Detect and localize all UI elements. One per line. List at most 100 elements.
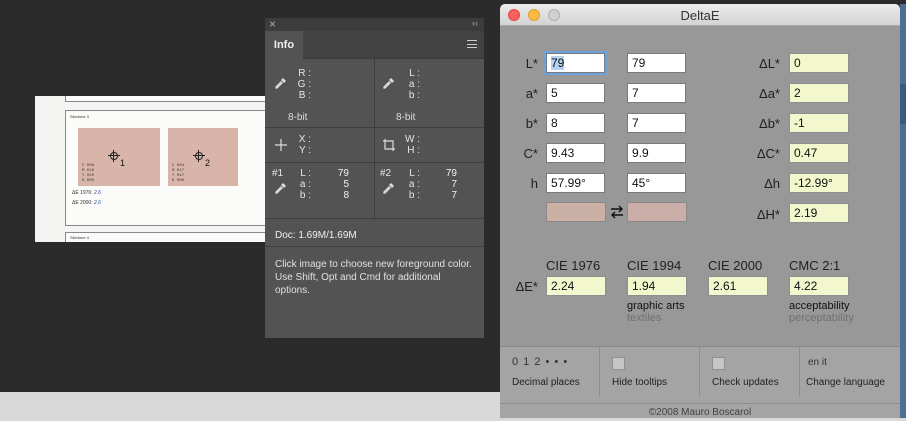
info-hint: Click image to choose new foreground col… <box>275 259 472 296</box>
doc-size: Doc: 1.69M/1.69M <box>275 230 357 241</box>
sample1-b-input[interactable]: 8 <box>546 113 605 133</box>
label-dC: ΔC* <box>756 146 780 161</box>
selection-size-icon <box>383 139 395 151</box>
decimal-places-tool[interactable]: 0 1 2 • • • Decimal places <box>500 347 600 397</box>
label-dH: ΔH* <box>756 207 780 222</box>
eyedropper-icon[interactable] <box>274 181 288 195</box>
language-options[interactable]: en it <box>808 357 827 368</box>
window-title: DeltaE <box>680 8 720 23</box>
sample2-C-input[interactable]: 9.9 <box>627 143 686 163</box>
hide-tooltips-label: Hide tooltips <box>612 377 668 388</box>
label-dh: Δh <box>764 176 780 191</box>
formula-cie2000-heading: CIE 2000 <box>708 258 763 273</box>
tab-info[interactable]: Info <box>265 31 303 59</box>
delta-C-value: 0.47 <box>789 143 849 163</box>
divider <box>265 246 484 247</box>
delta-L-value: 0 <box>789 53 849 73</box>
bit-depth-left: 8-bit <box>288 112 308 123</box>
sheet-title-bottom: Skintone 4 <box>70 235 89 240</box>
sample1-a-input[interactable]: 5 <box>546 83 605 103</box>
crosshair-icon <box>275 139 287 151</box>
color-sampler-2-icon[interactable] <box>193 150 205 162</box>
formula-cie1994-heading: CIE 1994 <box>627 258 682 273</box>
sample1-L-input[interactable]: 79 <box>544 51 607 75</box>
panel-tabbar: Info <box>265 31 484 59</box>
xy-labels: X :Y : <box>298 134 311 156</box>
label-b: b* <box>525 116 538 131</box>
deltae-window: DeltaE L* a* b* C* h 79 5 8 9.43 57.99° … <box>500 4 900 418</box>
sample-2-labels: L :a :b : <box>408 168 420 201</box>
rgb-labels: R :G :B : <box>297 68 311 101</box>
option-acceptability[interactable]: acceptability <box>789 300 850 312</box>
sample1-h-input[interactable]: 57.99° <box>546 173 605 193</box>
option-perceptability[interactable]: perceptability <box>789 312 854 324</box>
swap-icon[interactable] <box>608 203 626 221</box>
label-a: a* <box>525 86 538 101</box>
collapse-icon[interactable]: ‹‹ <box>472 18 478 28</box>
sampler-1-number: 1 <box>120 158 126 168</box>
sample-1-labels: L :a :b : <box>299 168 311 201</box>
sample-1-tag: #1 <box>272 168 284 179</box>
sample2-L-input[interactable]: 79 <box>627 53 686 73</box>
desktop-edge <box>900 4 906 418</box>
color-sampler-1-icon[interactable] <box>108 150 120 162</box>
delta-b-value: -1 <box>789 113 849 133</box>
divider <box>374 163 375 218</box>
sheet-title: Skintone 3 <box>70 114 89 119</box>
document-canvas[interactable]: Skintone 3 C 008 M 016 Y 020 K 000 C 004 M … <box>35 96 265 242</box>
delta-h-value: -12.99° <box>789 173 849 193</box>
handwritten-de1976: ΔE 1976: 2.6 <box>72 190 101 196</box>
lab-labels: L :a :b : <box>408 68 420 101</box>
change-language-label: Change language <box>806 377 885 388</box>
label-db: Δb* <box>759 116 780 131</box>
check-updates-label: Check updates <box>712 377 779 388</box>
sample-2-tag: #2 <box>380 168 392 179</box>
copyright: ©2008 Mauro Boscarol <box>500 403 900 418</box>
label-C: C* <box>523 146 538 161</box>
bit-depth-right: 8-bit <box>396 112 416 123</box>
deltae-toolbar: 0 1 2 • • • Decimal places Hide tooltips… <box>500 346 900 418</box>
eyedropper-icon[interactable] <box>382 181 396 195</box>
label-da: Δa* <box>759 86 780 101</box>
deltaE-1994-value: 1.94 <box>627 276 687 296</box>
label-L: L* <box>525 56 538 71</box>
panel-header: × ‹‹ <box>265 17 484 31</box>
sampler-2-number: 2 <box>205 158 211 168</box>
swatch-2-cmyk: C 004 M 017 Y 017 K 000 <box>172 164 185 183</box>
label-h: h <box>530 176 538 191</box>
check-updates-tool[interactable]: Check updates <box>700 347 800 397</box>
option-graphic-arts[interactable]: graphic arts <box>627 300 684 312</box>
skintone-sheet: Skintone 3 C 008 M 016 Y 020 K 000 C 004 M … <box>65 110 265 226</box>
checkbox-icon[interactable] <box>612 357 625 370</box>
divider <box>374 128 375 162</box>
sample2-a-input[interactable]: 7 <box>627 83 686 103</box>
sample1-color-swatch <box>546 202 606 222</box>
handwritten-de2000: ΔE 2000: 2.6 <box>72 200 101 206</box>
divider <box>265 218 484 219</box>
delta-a-value: 2 <box>789 83 849 103</box>
decimal-digits[interactable]: 0 1 2 • • • <box>512 356 568 368</box>
hide-tooltips-tool[interactable]: Hide tooltips <box>600 347 700 397</box>
delta-H-value: 2.19 <box>789 203 849 223</box>
sample2-h-input[interactable]: 45° <box>627 173 686 193</box>
sample1-C-input[interactable]: 9.43 <box>546 143 605 163</box>
eyedropper-icon[interactable] <box>382 76 396 90</box>
option-textiles[interactable]: textiles <box>627 312 661 324</box>
divider <box>374 59 375 127</box>
info-panel: × ‹‹ Info R :G :B : L :a :b : 8-bit 8-bi… <box>265 17 484 338</box>
sheet-bottom-edge: Skintone 4 <box>65 232 265 242</box>
close-icon[interactable]: × <box>269 17 276 31</box>
sample2-b-input[interactable]: 7 <box>627 113 686 133</box>
eyedropper-icon[interactable] <box>274 76 288 90</box>
label-dL: ΔL* <box>759 56 780 71</box>
sheet-top-edge <box>65 96 265 102</box>
deltaE-cmc-value: 4.22 <box>789 276 849 296</box>
deltaE-1976-value: 2.24 <box>546 276 606 296</box>
formula-cie1976-heading: CIE 1976 <box>546 258 601 273</box>
sample-2-values: 79 7 7 <box>445 168 457 201</box>
label-deltaE: ΔE* <box>515 279 538 294</box>
panel-menu-icon[interactable] <box>467 40 477 48</box>
change-language-tool[interactable]: en it Change language <box>800 347 900 397</box>
checkbox-icon[interactable] <box>712 357 725 370</box>
window-titlebar[interactable]: DeltaE <box>500 4 900 26</box>
